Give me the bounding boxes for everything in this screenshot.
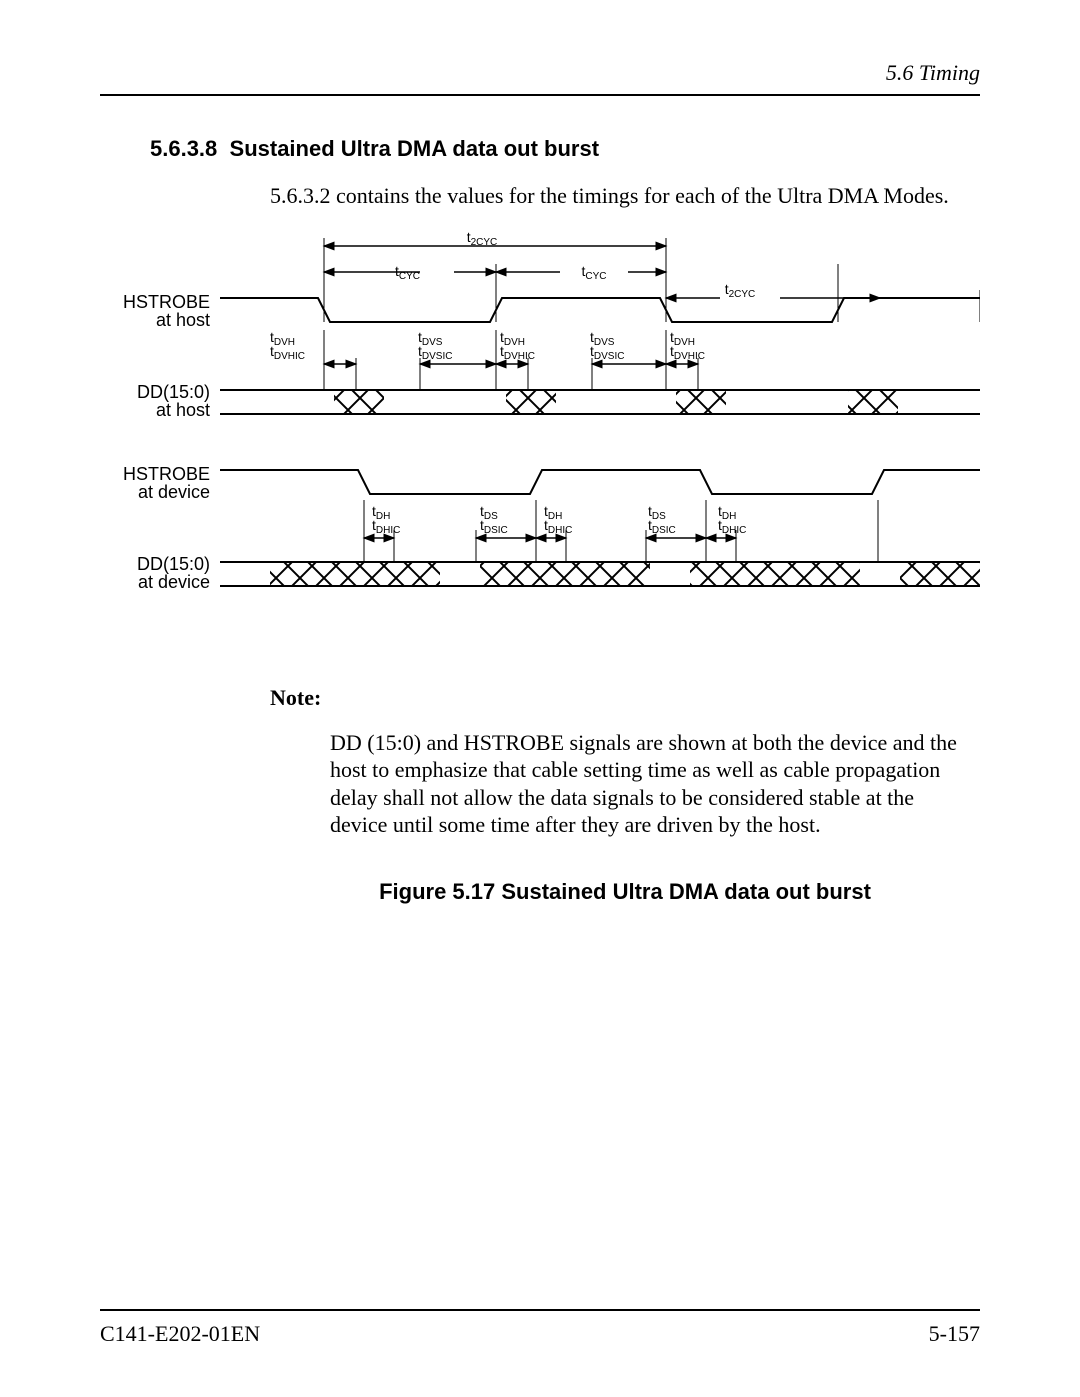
running-head: 5.6 Timing	[100, 60, 980, 86]
section-number: 5.6.3.8	[150, 136, 217, 161]
doc-number: C141-E202-01EN	[100, 1321, 260, 1347]
header-rule	[100, 94, 980, 96]
svg-text:t2CYC: t2CYC	[725, 281, 756, 300]
hstrobe-dev-waveform	[220, 470, 980, 494]
label-hstrobe-dev-1: HSTROBE	[123, 464, 210, 484]
footer-rule	[100, 1309, 980, 1311]
timing-diagram: HSTROBE at host t2CYC tCYC tCYC	[120, 230, 980, 635]
figure-caption: Figure 5.17 Sustained Ultra DMA data out…	[270, 879, 980, 905]
label-hstrobe-dev-2: at device	[138, 482, 210, 502]
svg-text:tCYC: tCYC	[395, 263, 420, 282]
svg-text:tCYC: tCYC	[581, 263, 606, 282]
label-hstrobe-host-2: at host	[156, 310, 210, 330]
section-heading: 5.6.3.8 Sustained Ultra DMA data out bur…	[150, 136, 980, 162]
page-footer: C141-E202-01EN 5-157	[100, 1309, 980, 1347]
section-title: Sustained Ultra DMA data out burst	[230, 136, 600, 161]
label-dd-host-2: at host	[156, 400, 210, 420]
label-dd-dev-1: DD(15:0)	[137, 554, 210, 574]
label-dd-host-1: DD(15:0)	[137, 382, 210, 402]
label-dd-dev-2: at device	[138, 572, 210, 592]
page-number: 5-157	[929, 1321, 980, 1347]
note-body: DD (15:0) and HSTROBE signals are shown …	[330, 729, 960, 839]
note-label: Note:	[270, 685, 980, 711]
intro-paragraph: 5.6.3.2 contains the values for the timi…	[270, 182, 980, 210]
label-hstrobe-host-1: HSTROBE	[123, 292, 210, 312]
svg-text:t2CYC: t2CYC	[467, 230, 498, 248]
hstrobe-host-waveform	[220, 298, 980, 322]
